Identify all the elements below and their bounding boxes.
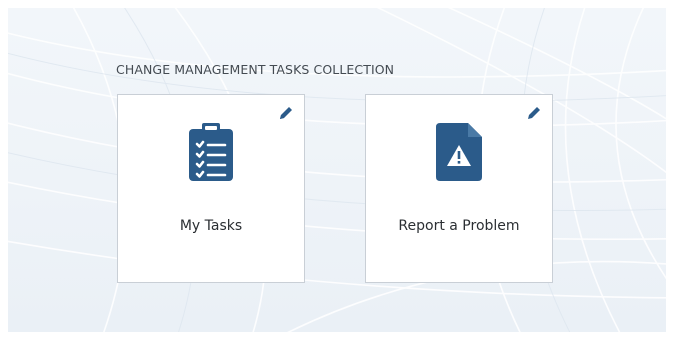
- pencil-icon[interactable]: [524, 103, 544, 123]
- tile-my-tasks[interactable]: My Tasks: [117, 94, 305, 283]
- tile-report-a-problem[interactable]: Report a Problem: [365, 94, 553, 283]
- background-pattern: [8, 8, 666, 332]
- tile-label: Report a Problem: [398, 218, 520, 234]
- page: CHANGE MANAGEMENT TASKS COLLECTION My Ta…: [0, 0, 674, 339]
- tile-label: My Tasks: [179, 218, 243, 234]
- clipboard-checklist-icon: [189, 123, 233, 185]
- pencil-icon[interactable]: [276, 103, 296, 123]
- background-lines: [8, 8, 666, 332]
- document-warning-icon: [436, 123, 482, 185]
- section-title: CHANGE MANAGEMENT TASKS COLLECTION: [116, 62, 395, 77]
